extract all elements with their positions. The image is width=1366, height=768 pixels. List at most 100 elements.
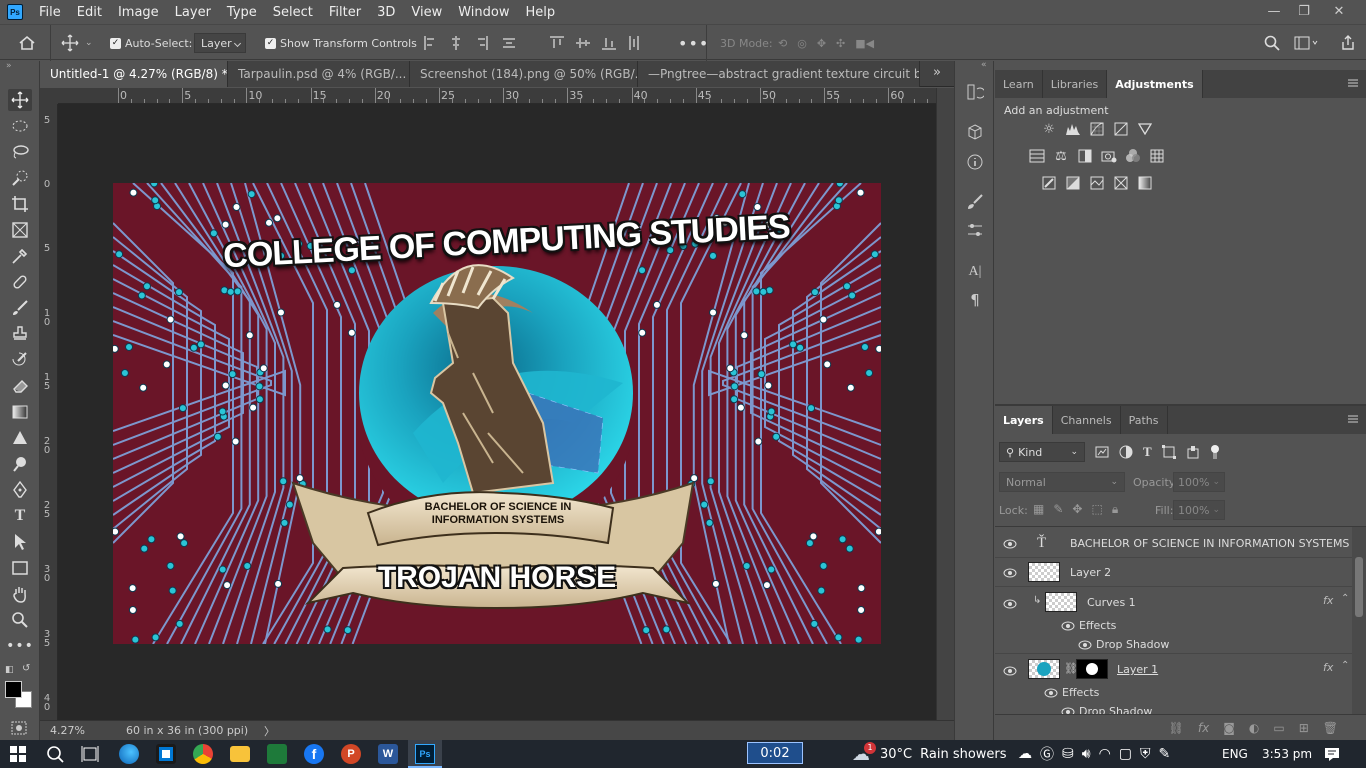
- zoom-level[interactable]: 4.27%: [40, 724, 120, 737]
- new-layer-icon[interactable]: ⊞: [1299, 721, 1309, 735]
- gradient-tool-icon[interactable]: [8, 401, 32, 423]
- history-icon[interactable]: [963, 81, 987, 103]
- new-group-icon[interactable]: ▭: [1273, 721, 1284, 735]
- 3d-orbit-icon[interactable]: ⟲: [778, 37, 787, 50]
- 3d-icon[interactable]: [963, 121, 987, 143]
- 3d-pan-icon[interactable]: ✥: [817, 37, 826, 50]
- channel-mixer-icon[interactable]: [1125, 148, 1141, 164]
- ruler-origin[interactable]: [40, 88, 58, 104]
- 3d-scale-icon[interactable]: ■◀: [855, 37, 874, 50]
- menu-filter[interactable]: Filter: [321, 5, 369, 20]
- curves-icon[interactable]: [1089, 121, 1105, 137]
- pen-tool-icon[interactable]: [8, 479, 32, 501]
- filter-toggle-icon[interactable]: [1210, 445, 1220, 459]
- brushes-icon[interactable]: [963, 191, 987, 213]
- align-center-icon[interactable]: [450, 36, 462, 50]
- layers-scrollbar[interactable]: [1352, 527, 1366, 714]
- selective-color-icon[interactable]: [1113, 175, 1129, 191]
- edit-toolbar-icon[interactable]: •••: [6, 635, 33, 657]
- rectangle-tool-icon[interactable]: [8, 557, 32, 579]
- visibility-eye-icon[interactable]: [1078, 640, 1092, 650]
- move-tool-preset-icon[interactable]: ⌄: [50, 25, 93, 61]
- word-icon[interactable]: W: [378, 744, 398, 764]
- distribute-icon[interactable]: [502, 36, 516, 50]
- tab-layers[interactable]: Layers: [995, 406, 1053, 434]
- align-bottom-icon[interactable]: [602, 36, 616, 50]
- auto-select-checkbox[interactable]: ✓ Auto-Select:: [110, 25, 192, 61]
- weather-widget[interactable]: ☁ 1 30°C Rain showers: [852, 740, 1007, 768]
- healing-brush-tool-icon[interactable]: [8, 271, 32, 293]
- quick-selection-tool-icon[interactable]: [8, 167, 32, 189]
- filter-type-icon[interactable]: T: [1143, 444, 1152, 460]
- foreground-color-swatch[interactable]: [5, 681, 22, 698]
- visibility-eye-icon[interactable]: [1061, 621, 1075, 631]
- google-icon[interactable]: Ⓖ: [1040, 744, 1054, 764]
- swap-colors-icon[interactable]: ↺: [22, 663, 30, 674]
- panel-menu-icon[interactable]: [1348, 78, 1358, 88]
- move-tool-icon[interactable]: [8, 89, 32, 111]
- align-right-icon[interactable]: [476, 36, 488, 50]
- more-tabs-icon[interactable]: »: [933, 65, 941, 80]
- tab-libraries[interactable]: Libraries: [1043, 70, 1108, 98]
- meet-now-icon[interactable]: ▢: [1119, 746, 1132, 762]
- character-icon[interactable]: A|: [963, 261, 987, 283]
- crop-tool-icon[interactable]: [8, 193, 32, 215]
- facebook-icon[interactable]: f: [304, 744, 324, 764]
- align-left-icon[interactable]: [424, 36, 436, 50]
- marquee-tool-icon[interactable]: [8, 115, 32, 137]
- visibility-eye-icon[interactable]: [1003, 568, 1017, 578]
- add-mask-icon[interactable]: ◙: [1223, 721, 1235, 735]
- opacity-input[interactable]: 100% ⌄: [1173, 472, 1225, 492]
- menu-3d[interactable]: 3D: [369, 5, 403, 20]
- brush-settings-icon[interactable]: [963, 219, 987, 241]
- path-selection-tool-icon[interactable]: [8, 531, 32, 553]
- paragraph-icon[interactable]: ¶: [963, 289, 987, 311]
- menu-type[interactable]: Type: [219, 5, 265, 20]
- camera-app-icon[interactable]: [267, 744, 287, 764]
- align-top-icon[interactable]: [550, 36, 564, 50]
- color-lookup-icon[interactable]: [1149, 148, 1165, 164]
- delete-layer-icon[interactable]: 🗑︎: [1323, 721, 1338, 735]
- windows-start-icon[interactable]: [10, 746, 26, 762]
- menu-select[interactable]: Select: [265, 5, 321, 20]
- tab-adjustments[interactable]: Adjustments: [1107, 70, 1203, 98]
- store-icon[interactable]: [156, 744, 176, 764]
- layer-row[interactable]: Layer 2: [995, 558, 1352, 587]
- hand-tool-icon[interactable]: [8, 583, 32, 605]
- lock-position-icon[interactable]: ✥: [1072, 502, 1082, 517]
- invert-icon[interactable]: [1041, 175, 1057, 191]
- language-indicator[interactable]: ENG: [1222, 740, 1248, 768]
- layer-row[interactable]: Ť BACHELOR OF SCIENCE IN INFORMATION SYS…: [995, 529, 1352, 558]
- threshold-icon[interactable]: [1089, 175, 1105, 191]
- menu-file[interactable]: File: [31, 5, 69, 20]
- levels-icon[interactable]: [1065, 121, 1081, 137]
- lock-artboard-icon[interactable]: ⬚: [1091, 502, 1102, 517]
- auto-select-dropdown[interactable]: Layer: [194, 25, 246, 61]
- add-style-icon[interactable]: fx: [1198, 721, 1209, 735]
- pen-icon[interactable]: ✎: [1159, 746, 1171, 762]
- layer-row[interactable]: ⛓ Layer 1 fx ⌃ Effects Drop Shadow: [995, 654, 1352, 714]
- tab-learn[interactable]: Learn: [995, 70, 1043, 98]
- new-adjustment-icon[interactable]: ◐: [1249, 721, 1259, 735]
- frame-tool-icon[interactable]: [8, 219, 32, 241]
- notification-icon[interactable]: [1324, 740, 1340, 768]
- search-icon[interactable]: [46, 745, 64, 763]
- filter-adjustment-icon[interactable]: [1119, 445, 1133, 459]
- powerpoint-icon[interactable]: P: [341, 744, 361, 764]
- fx-icon[interactable]: fx: [1323, 594, 1333, 607]
- search-icon[interactable]: [1264, 25, 1280, 61]
- filter-pixel-icon[interactable]: [1095, 446, 1109, 458]
- fx-icon[interactable]: fx: [1323, 661, 1333, 674]
- collapse-effects-icon[interactable]: ⌃: [1341, 593, 1349, 604]
- volume-icon[interactable]: 🔊︎: [1082, 746, 1091, 762]
- wifi-icon[interactable]: ◠: [1099, 746, 1111, 762]
- onedrive-icon[interactable]: ☁: [1018, 746, 1032, 762]
- align-middle-icon[interactable]: [576, 36, 590, 50]
- clone-stamp-tool-icon[interactable]: [8, 323, 32, 345]
- share-icon[interactable]: [1340, 25, 1356, 61]
- filter-shape-icon[interactable]: [1161, 445, 1176, 459]
- posterize-icon[interactable]: [1065, 175, 1081, 191]
- network-icon[interactable]: ⛁: [1062, 746, 1074, 762]
- restore-icon[interactable]: ❐: [1289, 0, 1319, 22]
- tab-channels[interactable]: Channels: [1053, 406, 1121, 434]
